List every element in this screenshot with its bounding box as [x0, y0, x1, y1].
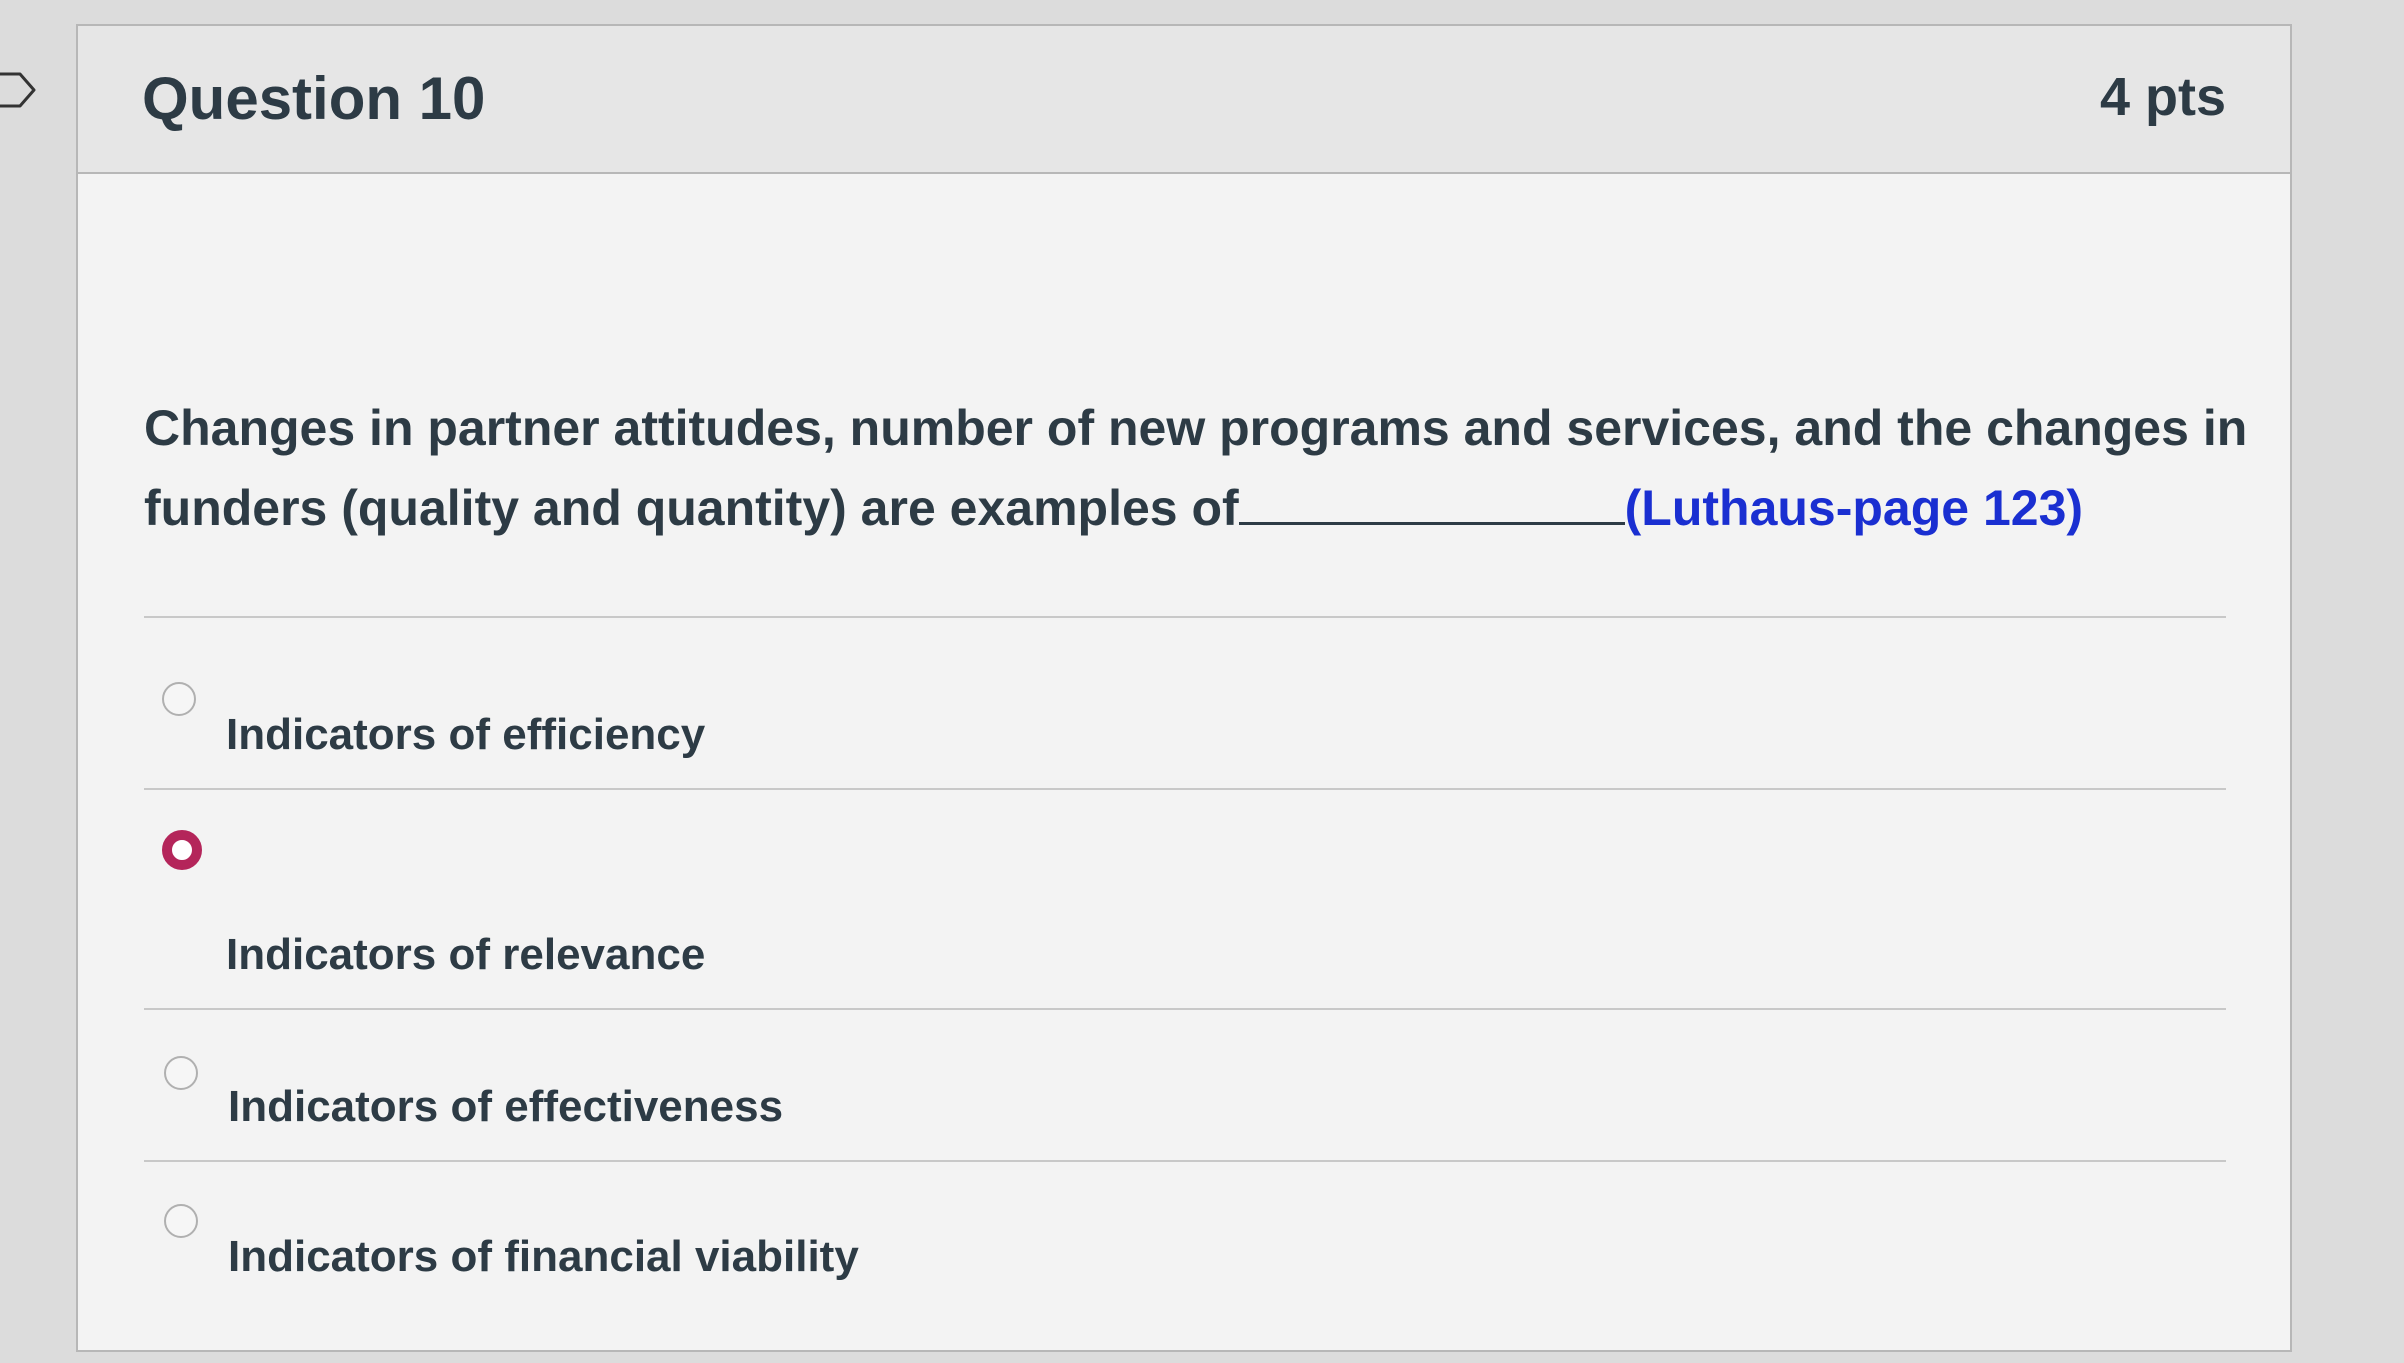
answer-label: Indicators of relevance: [226, 930, 706, 979]
fill-in-blank: [1238, 466, 1625, 525]
answer-option-relevance[interactable]: Indicators of relevance: [144, 790, 2226, 1008]
answer-label: Indicators of effectiveness: [228, 1082, 784, 1131]
answer-radio-selected[interactable]: [162, 830, 202, 870]
answer-label: Indicators of efficiency: [226, 710, 706, 759]
question-title: Question 10: [142, 65, 486, 132]
question-text: Changes in partner attitudes, number of …: [144, 390, 2264, 546]
question-card: Question 10 4 pts Changes in partner att…: [76, 24, 2292, 1352]
answer-radio[interactable]: [164, 1056, 198, 1090]
question-points: 4 pts: [2099, 67, 2226, 127]
bookmark-icon[interactable]: [0, 68, 38, 112]
question-header: Question 10 4 pts: [78, 26, 2290, 174]
answer-option-efficiency[interactable]: Indicators of efficiency: [144, 618, 2226, 788]
answer-option-effectiveness[interactable]: Indicators of effectiveness: [144, 1010, 2226, 1160]
answer-radio[interactable]: [162, 682, 196, 716]
answer-label: Indicators of financial viability: [228, 1232, 859, 1281]
answer-radio[interactable]: [164, 1204, 198, 1238]
answer-option-financial-viability[interactable]: Indicators of financial viability: [144, 1162, 2226, 1312]
reference-text: (Luthaus-page 123): [1624, 480, 2084, 536]
